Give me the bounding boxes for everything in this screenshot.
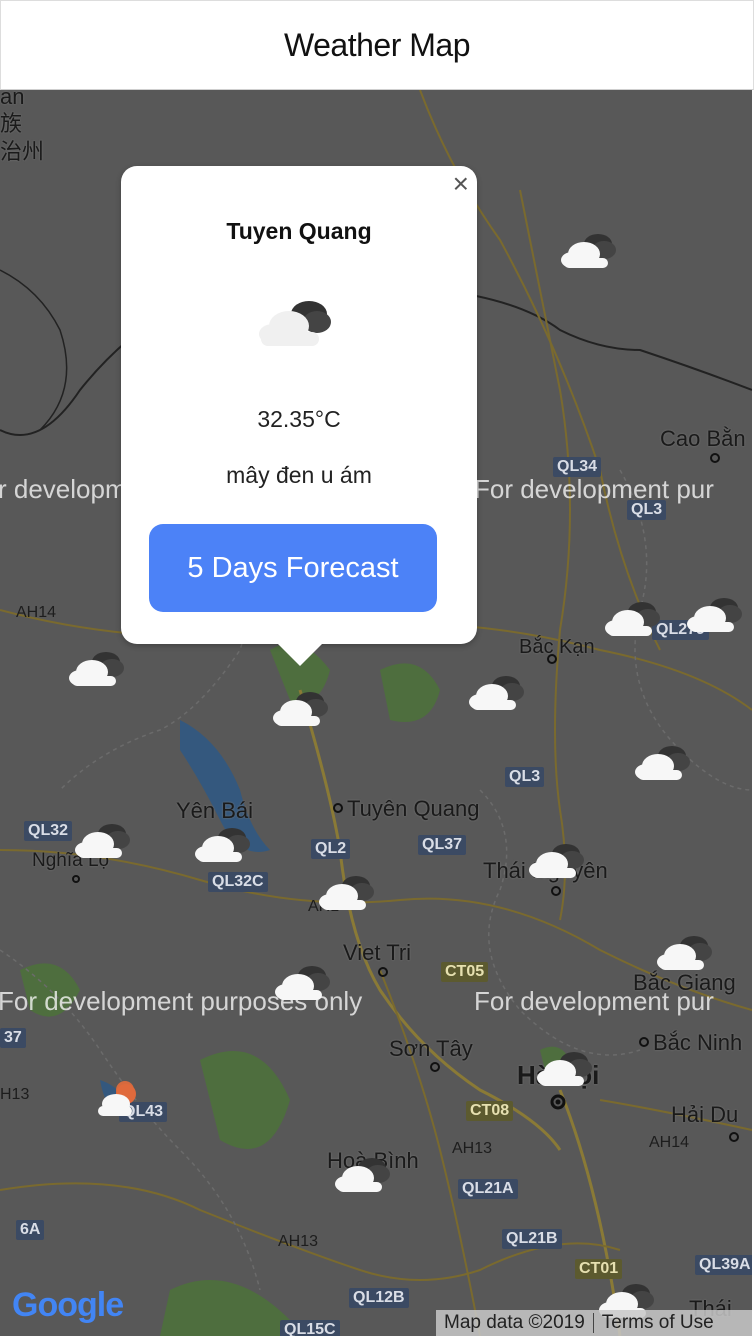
terms-link[interactable]: Terms of Use — [594, 1312, 722, 1334]
five-days-forecast-button[interactable]: 5 Days Forecast — [149, 524, 437, 612]
highway-label: AH13 — [278, 1233, 319, 1250]
google-logo[interactable]: Google — [12, 1286, 124, 1325]
road-label: QL21A — [458, 1179, 518, 1199]
map-attribution: Map data ©2019 Terms of Use — [436, 1310, 752, 1336]
overcast-cloud-icon[interactable] — [74, 820, 134, 860]
road-label: 6A — [16, 1220, 45, 1240]
overcast-cloud-icon[interactable] — [634, 742, 694, 782]
place-label-viet-tri: Viet Tri — [343, 940, 412, 965]
place-label-son-tay: Sơn Tây — [389, 1036, 473, 1061]
popup-description: mây đen u ám — [226, 462, 372, 488]
place-label-cao-bang: Cao Bằn — [660, 426, 746, 451]
place-label-bac-kan: Bắc Kạn — [519, 636, 595, 658]
map-data-label: Map data ©2019 — [444, 1312, 585, 1333]
road-label: QL3 — [505, 767, 545, 787]
overcast-cloud-icon[interactable] — [686, 594, 746, 634]
place-label-yen-bai: Yên Bái — [176, 798, 254, 823]
overcast-cloud-icon[interactable] — [68, 648, 128, 688]
road-label: QL21B — [502, 1229, 562, 1249]
road-label: QL32 — [24, 821, 73, 841]
place-label: 治州 — [0, 139, 45, 164]
overcast-cloud-icon[interactable] — [274, 962, 334, 1002]
overcast-cloud-icon[interactable] — [272, 688, 332, 728]
place-label-bac-ninh: Bắc Ninh — [653, 1030, 743, 1055]
highway-label: H13 — [0, 1086, 30, 1103]
dev-watermark: For development pur — [474, 986, 714, 1016]
road-label: CT08 — [466, 1101, 514, 1121]
overcast-cloud-icon[interactable] — [560, 230, 620, 270]
highway-label: AH13 — [452, 1140, 493, 1157]
popup-temperature: 32.35°C — [257, 406, 341, 432]
partly-cloudy-icon[interactable] — [94, 1080, 154, 1120]
road-label: 37 — [0, 1028, 26, 1048]
page-title: Weather Map — [284, 26, 471, 63]
close-icon[interactable]: × — [453, 170, 469, 198]
road-label: QL37 — [418, 835, 467, 855]
road-label: QL2 — [311, 839, 351, 859]
dev-watermark: For development pur — [474, 474, 714, 504]
road-label: CT05 — [441, 962, 489, 982]
app-header: Weather Map — [0, 0, 754, 90]
google-logo-text: Google — [12, 1286, 124, 1324]
highway-label: AH14 — [649, 1134, 690, 1151]
place-label-tuyen-quang: Tuyên Quang — [347, 796, 480, 821]
overcast-cloud-icon[interactable] — [528, 840, 588, 880]
road-label: CT01 — [575, 1259, 623, 1279]
popup-city-name: Tuyen Quang — [226, 218, 372, 244]
highway-label: AH14 — [16, 604, 57, 621]
road-label: QL15C — [280, 1320, 340, 1336]
overcast-cloud-icon[interactable] — [194, 824, 254, 864]
road-label: QL32C — [208, 872, 268, 892]
overcast-cloud-icon[interactable] — [468, 672, 528, 712]
overcast-cloud-icon[interactable] — [536, 1048, 596, 1088]
place-label-hai-duong: Hải Du — [671, 1102, 739, 1127]
overcast-cloud-icon[interactable] — [656, 932, 716, 972]
overcast-cloud-icon[interactable] — [318, 872, 378, 912]
overcast-cloud-icon — [259, 301, 331, 346]
weather-info-popup: × Tuyen Quang 32.35°C mây đen u ám 5 Day… — [121, 166, 477, 666]
road-label: QL12B — [349, 1288, 409, 1308]
overcast-cloud-icon[interactable] — [604, 598, 664, 638]
road-label: QL39A — [695, 1255, 752, 1275]
overcast-cloud-icon[interactable] — [334, 1154, 394, 1194]
